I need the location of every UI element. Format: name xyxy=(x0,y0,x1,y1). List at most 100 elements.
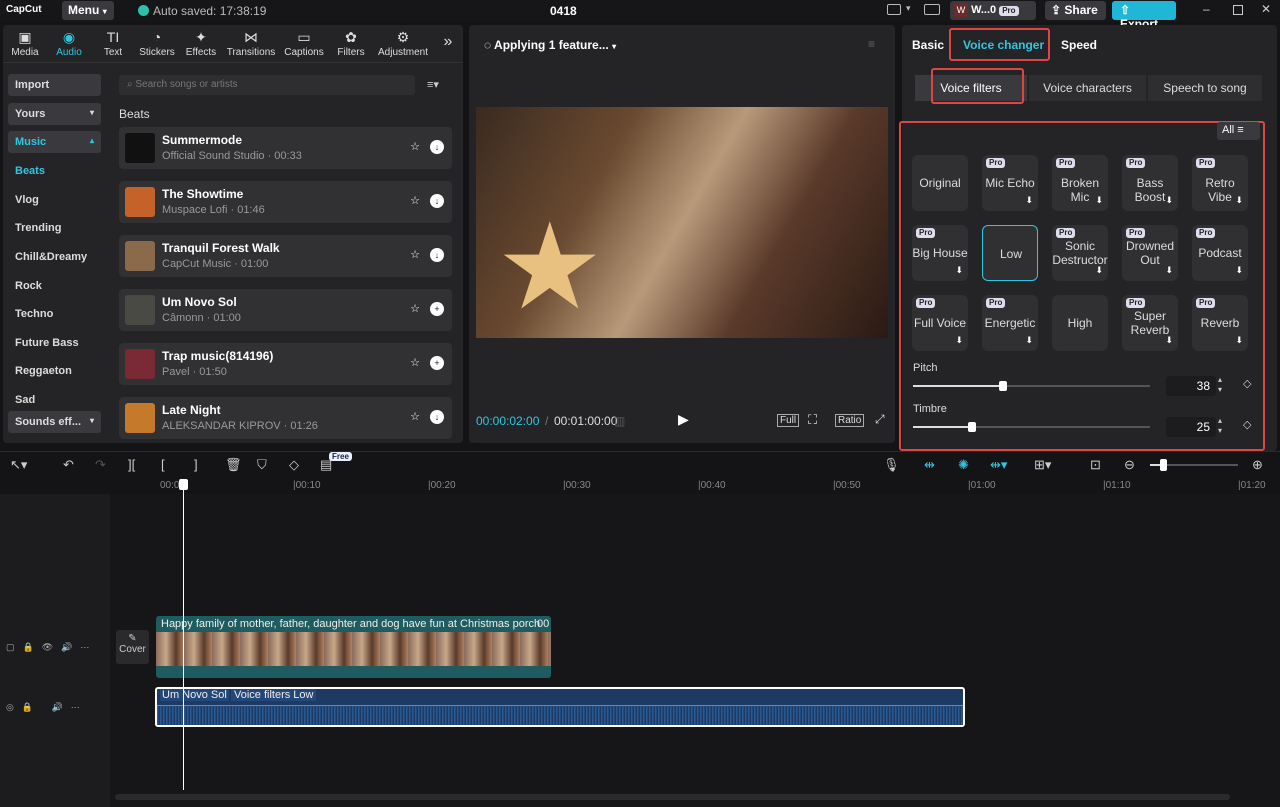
redo-icon[interactable]: ↷ xyxy=(95,457,106,473)
tab-basic[interactable]: Basic xyxy=(912,38,944,52)
sidebar-item-beats[interactable]: Beats xyxy=(8,160,101,182)
undo-icon[interactable]: ↶ xyxy=(63,457,74,473)
sounds-effects-dropdown[interactable]: Sounds eff... ▾ xyxy=(8,411,101,433)
tab-captions[interactable]: ▭ Captions xyxy=(279,25,329,62)
layout-icon[interactable] xyxy=(887,4,901,15)
voice-filter-item[interactable]: Low xyxy=(982,225,1038,281)
zoom-out-icon[interactable]: ⊖ xyxy=(1124,457,1135,473)
maximize-icon[interactable] xyxy=(1233,5,1243,15)
favorite-icon[interactable]: ☆ xyxy=(408,194,422,208)
voice-filter-item[interactable]: High xyxy=(1052,295,1108,351)
voice-filter-item[interactable]: Pro Broken Mic ⬇ xyxy=(1052,155,1108,211)
magnet-icon[interactable]: ✺ xyxy=(958,457,969,473)
timbre-keyframe-icon[interactable]: ◇ xyxy=(1243,418,1251,431)
menu-icon[interactable]: ≡ xyxy=(868,37,875,51)
split-right-icon[interactable]: ] xyxy=(194,457,198,472)
tab-audio[interactable]: ◉ Audio xyxy=(47,25,91,62)
playhead[interactable] xyxy=(183,480,184,790)
filter-icon[interactable]: ≡▾ xyxy=(427,78,439,91)
add-icon[interactable]: + xyxy=(430,356,444,370)
list-item[interactable]: Summermode Official Sound Studio · 00:33… xyxy=(119,127,452,169)
zoom-fit-icon[interactable]: ⊡ xyxy=(1090,457,1101,473)
download-icon[interactable]: ↓ xyxy=(430,194,444,208)
all-filter-dropdown[interactable]: All ≡ xyxy=(1217,122,1260,140)
favorite-icon[interactable]: ☆ xyxy=(408,302,422,316)
chevron-down-icon[interactable]: ▾ xyxy=(906,3,911,14)
voice-filter-item[interactable]: Pro Big House ⬇ xyxy=(912,225,968,281)
pitch-slider-handle[interactable] xyxy=(999,381,1007,391)
timbre-input[interactable]: 25 xyxy=(1166,417,1216,437)
fit-icon[interactable]: ⛶ xyxy=(808,412,817,428)
tab-media[interactable]: ▣ Media xyxy=(3,25,47,62)
tab-text[interactable]: TI Text xyxy=(91,25,135,62)
download-icon[interactable]: ↓ xyxy=(430,140,444,154)
list-item[interactable]: Trap music(814196) Pavel · 01:50 ☆ + xyxy=(119,343,452,385)
snap-icon[interactable]: ⇹▾ xyxy=(990,457,1007,473)
tab-effects[interactable]: ✦ Effects xyxy=(179,25,223,62)
sidebar-item-vlog[interactable]: Vlog xyxy=(8,189,101,211)
tab-voice-characters[interactable]: Voice characters xyxy=(1029,75,1146,101)
audio-clip[interactable]: Um Novo Sol Voice filters Low xyxy=(155,687,965,727)
horizontal-scrollbar[interactable] xyxy=(115,794,1230,800)
zoom-slider[interactable] xyxy=(1150,459,1238,471)
search-input[interactable]: ⌕ Search songs or artists xyxy=(119,75,415,95)
favorite-icon[interactable]: ☆ xyxy=(408,248,422,262)
favorite-icon[interactable]: ☆ xyxy=(408,356,422,370)
keyboard-icon[interactable] xyxy=(924,4,940,15)
playhead-handle[interactable] xyxy=(179,479,188,490)
full-button[interactable]: Full xyxy=(777,414,800,427)
select-tool-icon[interactable]: ↖▾ xyxy=(10,457,27,473)
split-icon[interactable]: ][ xyxy=(128,457,135,472)
tab-speech-to-song[interactable]: Speech to song xyxy=(1148,75,1262,101)
timbre-slider-handle[interactable] xyxy=(968,422,976,432)
split-left-icon[interactable]: [ xyxy=(161,457,165,472)
minimize-icon[interactable]: – xyxy=(1203,2,1210,16)
shield-icon[interactable]: ⛉ xyxy=(257,457,267,473)
sidebar-item-trending[interactable]: Trending xyxy=(8,217,101,239)
music-dropdown[interactable]: Music ▴ xyxy=(8,131,101,153)
play-icon[interactable]: ▶ xyxy=(678,411,689,428)
voice-filter-item[interactable]: Pro Retro Vibe ⬇ xyxy=(1192,155,1248,211)
voice-filter-item[interactable]: Pro Drowned Out ⬇ xyxy=(1122,225,1178,281)
sidebar-item-sad[interactable]: Sad xyxy=(8,389,101,411)
video-clip[interactable]: Happy family of mother, father, daughter… xyxy=(156,616,551,678)
list-item[interactable]: The Showtime Muspace Lofi · 01:46 ☆ ↓ xyxy=(119,181,452,223)
voice-filter-item[interactable]: Pro Bass Boost ⬇ xyxy=(1122,155,1178,211)
account-menu[interactable]: W W...0 Pro xyxy=(950,1,1036,20)
microphone-icon[interactable]: 🎙 xyxy=(883,457,900,473)
download-icon[interactable]: ↓ xyxy=(430,410,444,424)
pitch-input[interactable]: 38 xyxy=(1166,376,1216,396)
sidebar-item-reggaeton[interactable]: Reggaeton xyxy=(8,360,101,382)
import-button[interactable]: Import xyxy=(8,74,101,96)
sidebar-item-rock[interactable]: Rock xyxy=(8,275,101,297)
preview-axis-icon[interactable]: ⊞▾ xyxy=(1034,457,1051,473)
cover-button[interactable]: ✎ Cover xyxy=(116,630,149,664)
more-tabs-icon[interactable]: » xyxy=(433,25,463,62)
sidebar-item-chill[interactable]: Chill&Dreamy xyxy=(8,246,101,268)
yours-dropdown[interactable]: Yours ▾ xyxy=(8,103,101,125)
pitch-keyframe-icon[interactable]: ◇ xyxy=(1243,377,1251,390)
list-item[interactable]: Tranquil Forest Walk CapCut Music · 01:0… xyxy=(119,235,452,277)
add-icon[interactable]: + xyxy=(430,302,444,316)
export-button[interactable]: ⇧ Export xyxy=(1112,1,1176,31)
list-item[interactable]: Um Novo Sol Câmonn · 01:00 ☆ + xyxy=(119,289,452,331)
sidebar-item-future-bass[interactable]: Future Bass xyxy=(8,332,101,354)
download-icon[interactable]: ↓ xyxy=(430,248,444,262)
tab-stickers[interactable]: ◔ Stickers xyxy=(135,25,179,62)
favorite-icon[interactable]: ☆ xyxy=(408,140,422,154)
delete-icon[interactable]: 🗑 xyxy=(225,457,242,473)
voice-filter-item[interactable]: Original xyxy=(912,155,968,211)
favorite-icon[interactable]: ☆ xyxy=(408,410,422,424)
voice-filter-item[interactable]: Pro Energetic ⬇ xyxy=(982,295,1038,351)
voice-filter-item[interactable]: Pro Full Voice ⬇ xyxy=(912,295,968,351)
sidebar-item-techno[interactable]: Techno xyxy=(8,303,101,325)
tab-adjustment[interactable]: ⚙ Adjustment xyxy=(373,25,433,62)
link-icon[interactable]: ⇹ xyxy=(924,457,935,473)
voice-filter-item[interactable]: Pro Sonic Destructor ⬇ xyxy=(1052,225,1108,281)
voice-filter-item[interactable]: Pro Reverb ⬇ xyxy=(1192,295,1248,351)
zoom-in-icon[interactable]: ⊕ xyxy=(1252,457,1263,473)
voice-filter-item[interactable]: Pro Super Reverb ⬇ xyxy=(1122,295,1178,351)
mark-icon[interactable]: ◇ xyxy=(289,457,299,473)
ratio-button[interactable]: Ratio xyxy=(835,414,865,427)
fullscreen-icon[interactable]: ⤢ xyxy=(875,412,885,427)
